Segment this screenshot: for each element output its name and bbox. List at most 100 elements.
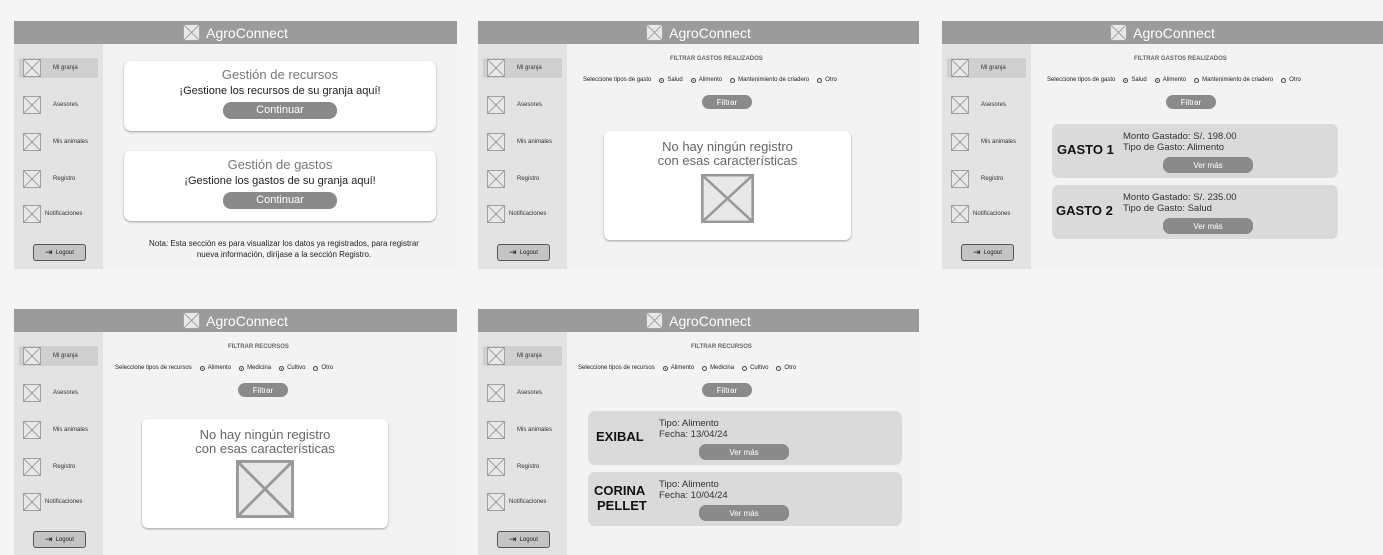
sidebar-item-registro[interactable]: Registro	[483, 169, 562, 189]
sidebar-item-notificaciones[interactable]: Notificaciones	[19, 204, 98, 224]
app-header: AgroConnect	[14, 309, 457, 332]
mi-granja-icon	[487, 59, 505, 77]
radio-label: Alimento	[207, 365, 232, 371]
radio-label: Otro	[1289, 77, 1301, 83]
radio-label: Medicina	[710, 365, 735, 371]
filter-prompt: Seleccione tipos de recursos	[115, 365, 192, 371]
recursos-card: Gestión de recursos ¡Gestione los recurs…	[124, 61, 436, 131]
sidebar-item-label: Registro	[981, 176, 1004, 182]
sidebar-item-registro[interactable]: Registro	[19, 169, 98, 189]
filter-title: FILTRAR RECURSOS	[228, 344, 289, 350]
radio-otro[interactable]: Otro	[817, 77, 837, 83]
sidebar-item-asesores[interactable]: Asesores	[19, 95, 98, 115]
sidebar-item-label: Mi granja	[517, 353, 542, 359]
recurso-name: CORINA PELLET	[594, 483, 647, 513]
filtrar-button[interactable]: Filtrar	[702, 95, 752, 109]
sidebar-item-mi-granja[interactable]: Mi granja	[483, 346, 562, 366]
sidebar-item-mi-granja[interactable]: Mi granja	[19, 346, 98, 366]
logout-button[interactable]: ⇥ Logout	[33, 244, 86, 261]
sidebar-item-registro[interactable]: Registro	[947, 169, 1026, 189]
sidebar-item-notificaciones[interactable]: Notificaciones	[483, 204, 562, 224]
sidebar-item-mi-granja[interactable]: Mi granja	[947, 58, 1026, 78]
app-logo-icon	[646, 312, 663, 329]
radio-salud[interactable]: Salud	[1123, 77, 1147, 83]
app-title: AgroConnect	[206, 24, 288, 41]
sidebar-item-notificaciones[interactable]: Notificaciones	[19, 492, 98, 512]
logout-label: Logout	[983, 249, 1002, 256]
radio-dot	[239, 365, 245, 371]
logout-button[interactable]: ⇥ Logout	[497, 244, 550, 261]
radio-mantenimiento[interactable]: Mantenimiento de criadero	[730, 77, 809, 83]
radio-dot	[662, 365, 668, 371]
radio-dot	[702, 365, 708, 371]
radio-alimento[interactable]: Alimento	[199, 365, 232, 371]
filtrar-button[interactable]: Filtrar	[238, 383, 288, 397]
gasto-details: Monto Gastado: S/. 235.00 Tipo de Gasto:…	[1123, 192, 1237, 214]
asesores-icon	[23, 96, 41, 114]
continuar-button[interactable]: Continuar	[223, 102, 337, 119]
ver-mas-button[interactable]: Ver más	[699, 505, 789, 521]
sidebar-item-asesores[interactable]: Asesores	[483, 383, 562, 403]
radio-cultivo[interactable]: Cultivo	[279, 365, 305, 371]
sidebar-item-mi-granja[interactable]: Mi granja	[483, 58, 562, 78]
notificaciones-icon	[951, 205, 969, 223]
sidebar-item-notificaciones[interactable]: Notificaciones	[483, 492, 562, 512]
filter-title: FILTRAR GASTOS REALIZADOS	[670, 56, 763, 62]
sidebar: Mi granja Asesores Mis animales Registro…	[14, 332, 103, 555]
mis-animales-icon	[23, 421, 41, 439]
radio-mantenimiento[interactable]: Mantenimiento de criadero	[1194, 77, 1273, 83]
logout-button[interactable]: ⇥ Logout	[497, 531, 550, 548]
ver-mas-button[interactable]: Ver más	[1163, 218, 1253, 234]
logout-button[interactable]: ⇥ Logout	[33, 531, 86, 548]
asesores-icon	[951, 96, 969, 114]
radio-salud[interactable]: Salud	[659, 77, 683, 83]
empty-state-card: No hay ningún registro con esas caracter…	[142, 419, 388, 528]
filtrar-button[interactable]: Filtrar	[702, 383, 752, 397]
info-note: Nota: Esta sección es para visualizar lo…	[114, 238, 454, 260]
empty-line: No hay ningún registro	[662, 139, 793, 154]
radio-alimento[interactable]: Alimento	[1154, 77, 1186, 83]
mis-animales-icon	[487, 421, 505, 439]
sidebar-item-mis-animales[interactable]: Mis animales	[947, 132, 1026, 152]
radio-dot	[742, 365, 748, 371]
gasto-monto: Monto Gastado: S/. 235.00	[1123, 192, 1237, 203]
sidebar-item-registro[interactable]: Registro	[19, 457, 98, 477]
sidebar-item-asesores[interactable]: Asesores	[483, 95, 562, 115]
radio-label: Otro	[825, 77, 837, 83]
radio-otro[interactable]: Otro	[313, 365, 333, 371]
sidebar-item-label: Mis animales	[53, 139, 89, 145]
sidebar-item-asesores[interactable]: Asesores	[947, 95, 1026, 115]
filter-prompt: Seleccione tipos de gasto	[1047, 77, 1116, 83]
logout-button[interactable]: ⇥ Logout	[961, 244, 1014, 261]
empty-line: con esas características	[195, 441, 335, 456]
sidebar-item-mis-animales[interactable]: Mis animales	[483, 132, 562, 152]
radio-label: Cultivo	[287, 365, 306, 371]
radio-otro[interactable]: Otro	[776, 365, 796, 371]
radio-label: Alimento	[670, 365, 695, 371]
card-title: Gestión de gastos	[227, 157, 333, 172]
radio-medicina[interactable]: Medicina	[702, 365, 734, 371]
sidebar-item-asesores[interactable]: Asesores	[19, 383, 98, 403]
gasto-type-options: Seleccione tipos de gasto Salud Alimento…	[1047, 77, 1301, 83]
radio-dot	[199, 365, 205, 371]
sidebar-item-label: Notificaciones	[45, 499, 83, 505]
radio-cultivo[interactable]: Cultivo	[742, 365, 768, 371]
filtrar-button[interactable]: Filtrar	[1166, 95, 1216, 109]
sidebar-item-mi-granja[interactable]: Mi granja	[19, 58, 98, 78]
radio-medicina[interactable]: Medicina	[239, 365, 271, 371]
radio-alimento[interactable]: Alimento	[662, 365, 695, 371]
app-logo-icon	[183, 24, 200, 41]
radio-otro[interactable]: Otro	[1281, 77, 1301, 83]
radio-alimento[interactable]: Alimento	[690, 77, 722, 83]
gasto-type-options: Seleccione tipos de gasto Salud Alimento…	[583, 77, 837, 83]
sidebar-item-notificaciones[interactable]: Notificaciones	[947, 204, 1026, 224]
app-title: AgroConnect	[669, 24, 751, 41]
sidebar-item-mis-animales[interactable]: Mis animales	[483, 420, 562, 440]
ver-mas-button[interactable]: Ver más	[699, 444, 789, 460]
sidebar-item-mis-animales[interactable]: Mis animales	[19, 420, 98, 440]
continuar-button[interactable]: Continuar	[223, 192, 337, 209]
sidebar-item-mis-animales[interactable]: Mis animales	[19, 132, 98, 152]
mis-animales-icon	[23, 133, 41, 151]
ver-mas-button[interactable]: Ver más	[1163, 157, 1253, 173]
sidebar-item-registro[interactable]: Registro	[483, 457, 562, 477]
